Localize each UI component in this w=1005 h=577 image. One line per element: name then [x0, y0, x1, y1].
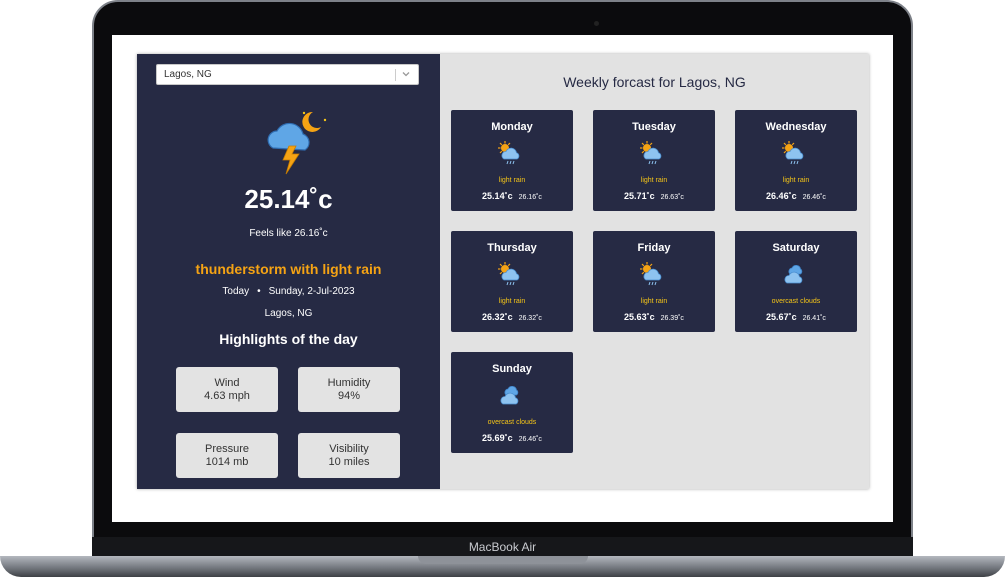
forecast-description: overcast clouds	[487, 419, 537, 426]
forecast-temp: 25.71˚c	[624, 191, 655, 201]
forecast-feels: 26.32˚c	[518, 315, 542, 322]
forecast-card-wednesday: Wednesday light rain 26.46˚c 26.46˚c	[735, 110, 857, 211]
forecast-description: light rain	[498, 177, 526, 184]
camera-dot	[594, 21, 599, 26]
current-date: Sunday, 2-Jul-2023	[268, 286, 355, 297]
sun-rain-cloud-icon	[780, 140, 810, 166]
forecast-feels: 26.41˚c	[802, 315, 826, 322]
laptop-screen: Lagos, NG 25.14˚c Feels like 26.16˚c thu…	[112, 35, 893, 522]
forecast-day-name: Saturday	[772, 242, 820, 254]
sun-rain-cloud-icon	[496, 140, 526, 166]
forecast-temps: 25.63˚c 26.39˚c	[593, 312, 715, 322]
location-select[interactable]: Lagos, NG	[156, 64, 419, 85]
forecast-card-monday: Monday light rain 25.14˚c 26.16˚c	[451, 110, 573, 211]
weather-description: thunderstorm with light rain	[195, 261, 382, 277]
forecast-temp: 26.32˚c	[482, 312, 513, 322]
overcast-clouds-icon	[780, 261, 810, 287]
date-separator: •	[257, 286, 261, 297]
highlights-title: Highlights of the day	[219, 331, 358, 347]
forecast-card-tuesday: Tuesday light rain 25.71˚c 26.63˚c	[593, 110, 715, 211]
weekly-forecast-panel: Weekly forcast for Lagos, NG Monday ligh…	[440, 54, 869, 489]
highlight-value: 94%	[337, 390, 361, 402]
forecast-temps: 25.14˚c 26.16˚c	[451, 191, 573, 201]
forecast-description: light rain	[640, 177, 668, 184]
forecast-card-friday: Friday light rain 25.63˚c 26.39˚c	[593, 231, 715, 332]
laptop-notch	[418, 556, 588, 564]
forecast-feels: 26.46˚c	[518, 436, 542, 443]
forecast-temps: 25.67˚c 26.41˚c	[735, 312, 857, 322]
forecast-description: light rain	[498, 298, 526, 305]
forecast-card-saturday: Saturday overcast clouds 25.67˚c 26.41˚c	[735, 231, 857, 332]
forecast-temp: 25.63˚c	[624, 312, 655, 322]
select-separator	[395, 69, 396, 81]
weekly-forecast-title: Weekly forcast for Lagos, NG	[563, 74, 746, 90]
device-brand-label: MacBook Air	[468, 540, 537, 554]
forecast-card-thursday: Thursday light rain 26.32˚c 26.32˚c	[451, 231, 573, 332]
chevron-down-icon[interactable]	[399, 67, 413, 81]
sun-rain-cloud-icon	[496, 261, 526, 287]
current-weather-panel: Lagos, NG 25.14˚c Feels like 26.16˚c thu…	[137, 54, 440, 489]
overcast-clouds-icon	[496, 382, 526, 408]
forecast-description: overcast clouds	[771, 298, 821, 305]
forecast-description: light rain	[640, 298, 668, 305]
forecast-temp: 25.14˚c	[482, 191, 513, 201]
forecast-temps: 25.69˚c 26.46˚c	[451, 433, 573, 443]
weather-app: Lagos, NG 25.14˚c Feels like 26.16˚c thu…	[137, 54, 869, 489]
forecast-temps: 25.71˚c 26.63˚c	[593, 191, 715, 201]
highlight-value: 4.63 mph	[204, 390, 250, 402]
forecast-temp: 26.46˚c	[766, 191, 797, 201]
forecast-temps: 26.32˚c 26.32˚c	[451, 312, 573, 322]
sun-rain-cloud-icon	[638, 261, 668, 287]
thunderstorm-night-icon	[267, 111, 327, 175]
today-label: Today	[222, 286, 250, 297]
highlight-card-visibility: Visibility 10 miles	[298, 433, 400, 478]
forecast-feels: 26.39˚c	[660, 315, 684, 322]
highlight-label: Visibility	[329, 443, 369, 455]
forecast-card-sunday: Sunday overcast clouds 25.69˚c 26.46˚c	[451, 352, 573, 453]
highlight-label: Wind	[214, 377, 240, 389]
forecast-day-name: Thursday	[487, 242, 537, 254]
current-temperature: 25.14˚c	[244, 184, 333, 214]
forecast-day-name: Sunday	[492, 363, 532, 375]
forecast-day-name: Monday	[491, 121, 533, 133]
highlight-value: 1014 mb	[205, 456, 249, 468]
forecast-feels: 26.63˚c	[660, 194, 684, 201]
highlight-card-pressure: Pressure 1014 mb	[176, 433, 278, 478]
highlight-card-humidity: Humidity 94%	[298, 367, 400, 412]
highlight-value: 10 miles	[328, 456, 370, 468]
highlight-card-wind: Wind 4.63 mph	[176, 367, 278, 412]
forecast-feels: 26.46˚c	[802, 194, 826, 201]
date-line: Today • Sunday, 2-Jul-2023	[137, 286, 440, 297]
forecast-temps: 26.46˚c 26.46˚c	[735, 191, 857, 201]
highlight-label: Pressure	[204, 443, 250, 455]
forecast-feels: 26.16˚c	[518, 194, 542, 201]
forecast-day-name: Tuesday	[632, 121, 676, 133]
feels-like-text: Feels like 26.16˚c	[249, 228, 328, 239]
location-select-value: Lagos, NG	[164, 69, 212, 80]
city-name: Lagos, NG	[264, 308, 313, 319]
forecast-description: light rain	[782, 177, 810, 184]
highlight-label: Humidity	[327, 377, 371, 389]
forecast-day-name: Wednesday	[765, 121, 827, 133]
forecast-temp: 25.67˚c	[766, 312, 797, 322]
forecast-day-name: Friday	[637, 242, 671, 254]
forecast-temp: 25.69˚c	[482, 433, 513, 443]
sun-rain-cloud-icon	[638, 140, 668, 166]
